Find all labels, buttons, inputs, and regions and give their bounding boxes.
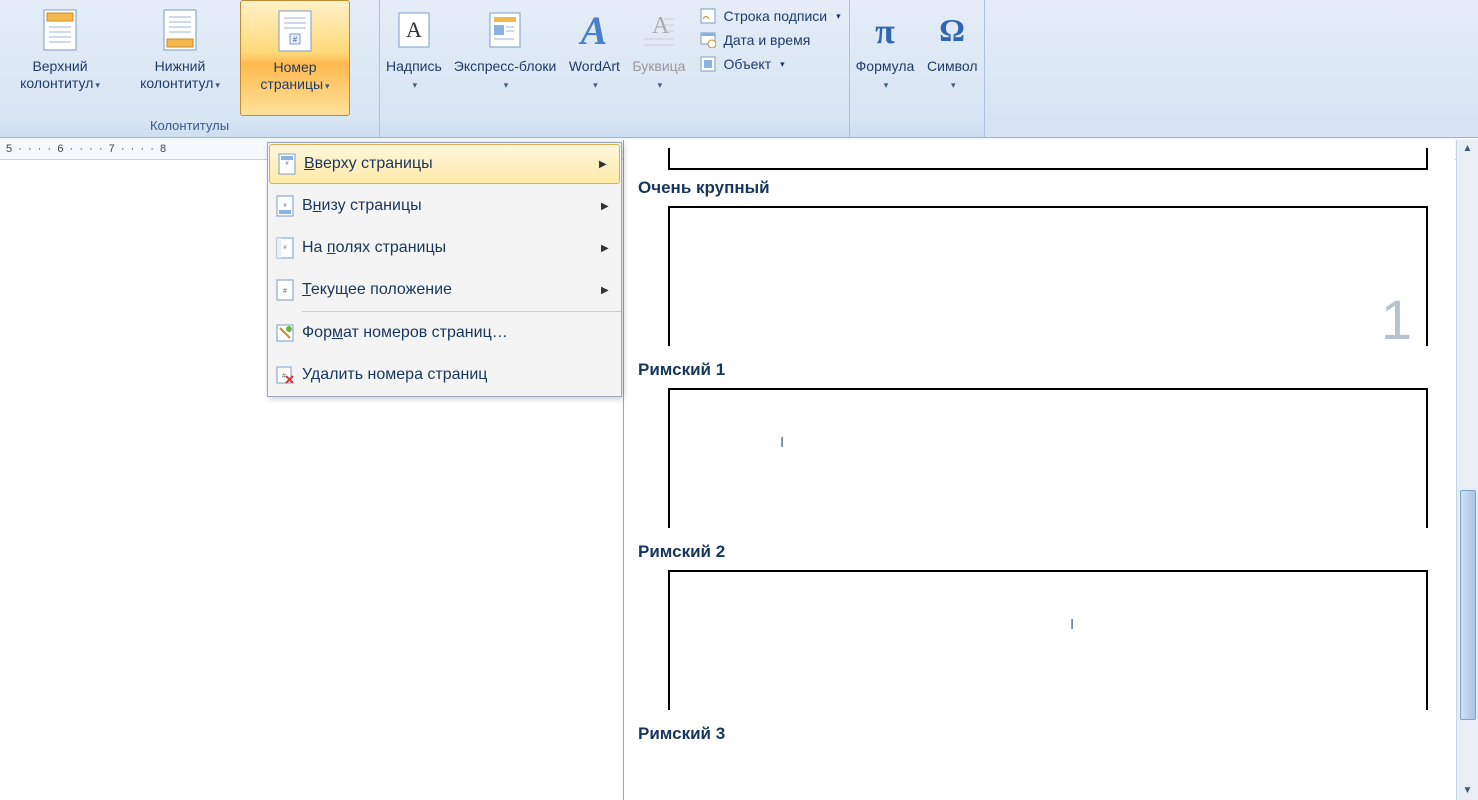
group-label-text bbox=[380, 116, 849, 137]
submenu-arrow-icon: ▶ bbox=[599, 159, 619, 170]
menu-remove-icon: # bbox=[268, 366, 302, 384]
object-label: Объект bbox=[723, 56, 771, 72]
wordart-icon: A bbox=[568, 4, 620, 56]
menu-top-label: ВВверху страницыверху страницы bbox=[304, 155, 599, 173]
scroll-up-button[interactable]: ▲ bbox=[1457, 140, 1478, 158]
ribbon-group-headers: Верхнийколонтитул▾ Нижнийколонтитул▾ # Н… bbox=[0, 0, 380, 137]
svg-text:#: # bbox=[283, 288, 287, 295]
gallery-title-roman3: Римский 3 bbox=[638, 724, 1441, 744]
menu-current-label: Текущее положениеТекущее положение bbox=[302, 281, 601, 299]
svg-text:A: A bbox=[578, 8, 608, 53]
group-label-symbols bbox=[850, 116, 985, 137]
submenu-arrow-icon: ▶ bbox=[601, 201, 621, 212]
wordart-button[interactable]: A WordArt▾ bbox=[562, 0, 626, 116]
text-small-buttons: Строка подписи▾ Дата и время Объект▾ bbox=[691, 0, 848, 116]
menu-bottom-icon: # bbox=[268, 195, 302, 217]
formula-label: Формула▾ bbox=[856, 58, 915, 92]
ribbon: Верхнийколонтитул▾ Нижнийколонтитул▾ # Н… bbox=[0, 0, 1478, 138]
signature-line-button[interactable]: Строка подписи▾ bbox=[697, 4, 842, 28]
dropcap-icon: A bbox=[633, 4, 685, 56]
menu-current-icon: # bbox=[268, 279, 302, 301]
preview-number: 1 bbox=[1381, 287, 1412, 352]
quickparts-button[interactable]: Экспресс-блоки▾ bbox=[448, 0, 563, 116]
preview-roman: I bbox=[780, 434, 784, 451]
preview-roman: I bbox=[1070, 616, 1074, 633]
menu-page-margins[interactable]: # На полях страницыНа полях страницы ▶ bbox=[268, 227, 621, 269]
formula-button[interactable]: π Формула▾ bbox=[850, 0, 921, 116]
date-time-button[interactable]: Дата и время bbox=[697, 28, 842, 52]
symbol-button[interactable]: Ω Символ▾ bbox=[920, 0, 984, 116]
footer-label: Нижнийколонтитул▾ bbox=[140, 58, 220, 92]
menu-remove-label: Удалить номера страниц bbox=[302, 366, 601, 384]
scroll-thumb[interactable] bbox=[1460, 490, 1476, 720]
menu-format-icon bbox=[268, 324, 302, 342]
page-number-button[interactable]: # Номерстраницы▾ bbox=[240, 0, 350, 116]
header-icon bbox=[34, 4, 86, 56]
gallery-item-verylarge[interactable]: 1 bbox=[668, 206, 1428, 346]
svg-text:A: A bbox=[406, 17, 422, 42]
menu-format-numbers[interactable]: Формат номеров страниц…Формат номеров ст… bbox=[268, 312, 621, 354]
ribbon-group-text: A Надпись▾ Экспресс-блоки▾ A WordArt▾ A bbox=[380, 0, 850, 137]
gallery-item-roman2[interactable]: I bbox=[668, 570, 1428, 710]
page-number-label: Номерстраницы▾ bbox=[260, 59, 329, 93]
header-label: Верхнийколонтитул▾ bbox=[20, 58, 100, 92]
svg-text:Ω: Ω bbox=[939, 12, 965, 48]
svg-text:π: π bbox=[875, 11, 895, 51]
object-icon bbox=[699, 55, 717, 73]
menu-format-label: Формат номеров страниц…Формат номеров ст… bbox=[302, 324, 601, 342]
menu-remove-numbers[interactable]: # Удалить номера страниц bbox=[268, 354, 621, 396]
date-time-label: Дата и время bbox=[723, 32, 810, 48]
vertical-scrollbar[interactable]: ▲ ▼ bbox=[1456, 140, 1478, 800]
object-button[interactable]: Объект▾ bbox=[697, 52, 842, 76]
page-number-gallery: Очень крупный 1 Римский 1 I Римский 2 I … bbox=[623, 140, 1455, 800]
footer-icon bbox=[154, 4, 206, 56]
gallery-title-verylarge: Очень крупный bbox=[638, 178, 1441, 198]
dropcap-button[interactable]: A Буквица▾ bbox=[626, 0, 691, 116]
menu-top-icon: # bbox=[270, 153, 304, 175]
menu-top-of-page[interactable]: # ВВверху страницыверху страницы ▶ bbox=[269, 144, 620, 184]
quickparts-label: Экспресс-блоки▾ bbox=[454, 58, 557, 92]
omega-icon: Ω bbox=[926, 4, 978, 56]
gallery-item-roman1[interactable]: I bbox=[668, 388, 1428, 528]
svg-text:A: A bbox=[652, 13, 670, 39]
symbol-label: Символ▾ bbox=[927, 58, 977, 92]
header-button[interactable]: Верхнийколонтитул▾ bbox=[0, 0, 120, 116]
scroll-down-button[interactable]: ▼ bbox=[1457, 782, 1478, 800]
menu-bottom-label: Внизу страницыВнизу страницы bbox=[302, 197, 601, 215]
signature-line-label: Строка подписи bbox=[723, 8, 827, 24]
wordart-label: WordArt▾ bbox=[569, 58, 620, 92]
group-label-headers: Колонтитулы bbox=[0, 116, 379, 137]
menu-bottom-of-page[interactable]: # Внизу страницыВнизу страницы ▶ bbox=[268, 185, 621, 227]
svg-text:#: # bbox=[282, 373, 286, 380]
pi-icon: π bbox=[859, 4, 911, 56]
ribbon-group-symbols: π Формула▾ Ω Символ▾ bbox=[850, 0, 986, 137]
menu-margins-label: На полях страницыНа полях страницы bbox=[302, 239, 601, 257]
quickparts-icon bbox=[479, 4, 531, 56]
gallery-preview-cutoff[interactable] bbox=[668, 148, 1428, 170]
textbox-label: Надпись▾ bbox=[386, 58, 442, 92]
footer-button[interactable]: Нижнийколонтитул▾ bbox=[120, 0, 240, 116]
svg-text:#: # bbox=[293, 35, 298, 44]
textbox-button[interactable]: A Надпись▾ bbox=[380, 0, 448, 116]
menu-current-position[interactable]: # Текущее положениеТекущее положение ▶ bbox=[268, 269, 621, 311]
signature-icon bbox=[699, 7, 717, 25]
dropcap-label: Буквица▾ bbox=[632, 58, 685, 92]
menu-margins-icon: # bbox=[268, 237, 302, 259]
page-number-icon: # bbox=[269, 5, 321, 57]
date-time-icon bbox=[699, 31, 717, 49]
submenu-arrow-icon: ▶ bbox=[601, 285, 621, 296]
gallery-title-roman2: Римский 2 bbox=[638, 542, 1441, 562]
gallery-title-roman1: Римский 1 bbox=[638, 360, 1441, 380]
submenu-arrow-icon: ▶ bbox=[601, 243, 621, 254]
textbox-icon: A bbox=[388, 4, 440, 56]
page-number-menu: # ВВверху страницыверху страницы ▶ # Вни… bbox=[267, 142, 622, 397]
